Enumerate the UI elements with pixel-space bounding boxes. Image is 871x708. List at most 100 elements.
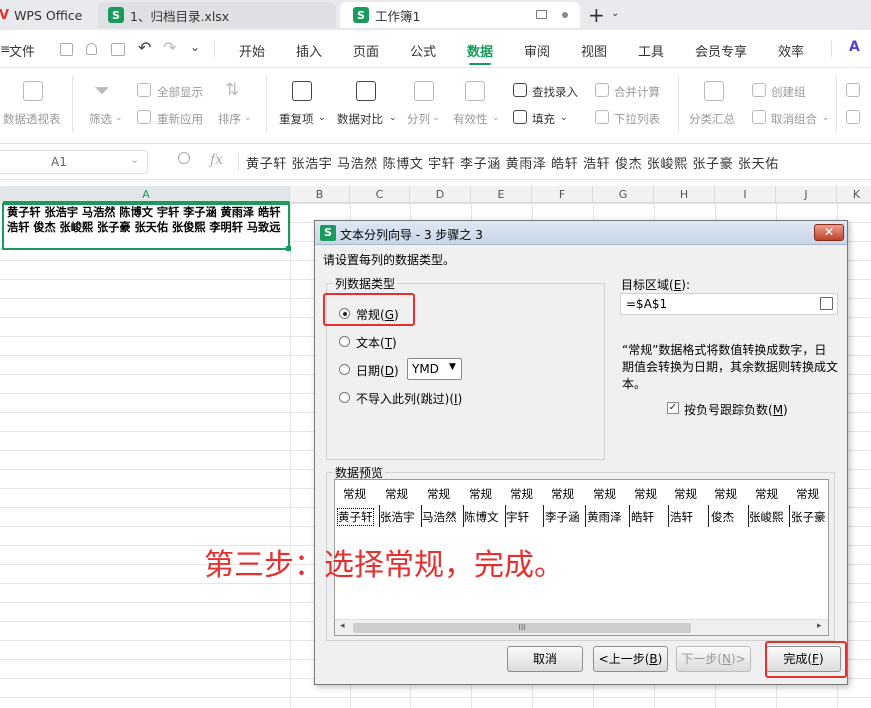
save-icon[interactable]: [60, 43, 73, 56]
column-break[interactable]: [505, 505, 506, 527]
consolidate-button[interactable]: 合并计算: [614, 84, 660, 100]
validity-icon[interactable]: [465, 81, 485, 101]
column-header-E[interactable]: E: [471, 186, 532, 203]
radio-date-label[interactable]: 日期(D): [356, 362, 399, 379]
new-tab-plus-icon[interactable]: +: [588, 3, 605, 27]
pivot-table-icon[interactable]: [23, 81, 43, 101]
column-break[interactable]: [668, 505, 669, 527]
preview-value-selected[interactable]: 黄子轩: [337, 508, 374, 526]
column-header-K[interactable]: K: [837, 186, 871, 203]
share-icon[interactable]: [86, 43, 97, 55]
show-all-icon[interactable]: [137, 83, 151, 97]
column-break[interactable]: [543, 505, 544, 527]
ungroup-button[interactable]: 取消组合: [771, 111, 817, 127]
show-all-button[interactable]: 全部显示: [157, 84, 203, 100]
dialog-title-bar[interactable]: S 文本分列向导 - 3 步骤之 3 ✕: [315, 221, 847, 245]
scroll-left-arrow-icon[interactable]: ◂: [340, 621, 345, 631]
find-entry-button[interactable]: 查找录入: [532, 84, 578, 100]
radio-text-label[interactable]: 文本(T): [356, 334, 397, 351]
menu-page[interactable]: 页面: [353, 41, 379, 60]
more-chevron-icon[interactable]: ⌄: [190, 40, 200, 54]
menu-insert[interactable]: 插入: [296, 41, 322, 60]
menu-member[interactable]: 会员专享: [695, 41, 747, 60]
menu-file[interactable]: 文件: [9, 41, 35, 60]
ungroup-icon[interactable]: [752, 110, 766, 124]
sort-button[interactable]: 排序: [218, 111, 241, 127]
negative-checkbox-label[interactable]: 按负号跟踪负数(M): [684, 401, 788, 418]
find-entry-icon[interactable]: [513, 83, 527, 97]
cancel-button[interactable]: 取消: [507, 646, 583, 672]
column-header-H[interactable]: H: [654, 186, 715, 203]
formula-input[interactable]: 黄子轩 张浩宇 马浩然 陈博文 宇轩 李子涵 黄雨泽 皓轩 浩轩 俊杰 张峻熙 …: [246, 153, 779, 172]
column-break[interactable]: [789, 505, 790, 527]
column-header-J[interactable]: J: [776, 186, 837, 203]
dropdown-list-icon[interactable]: [595, 110, 609, 124]
menu-formula[interactable]: 公式: [410, 41, 436, 60]
duplicates-icon[interactable]: [292, 81, 312, 101]
date-format-select[interactable]: YMD ▼: [407, 358, 462, 380]
consolidate-icon[interactable]: [595, 83, 609, 97]
sort-icon[interactable]: ⇅: [225, 80, 239, 100]
menu-review[interactable]: 审阅: [524, 41, 550, 60]
split-column-button[interactable]: 分列: [407, 111, 430, 127]
cell-A1[interactable]: 黄子轩 张浩宇 马浩然 陈博文 宇轩 李子涵 黄雨泽 皓轩 浩轩 俊杰 张峻熙 …: [2, 203, 290, 250]
column-break[interactable]: [585, 505, 586, 527]
create-group-button[interactable]: 创建组: [771, 84, 806, 100]
tab-archive-file[interactable]: S 1、归档目录.xlsx: [98, 2, 336, 28]
undo-icon[interactable]: ↶: [138, 38, 151, 57]
more-ribbon-icon[interactable]: [846, 83, 860, 97]
column-break[interactable]: [379, 505, 380, 527]
chevron-down-icon[interactable]: ⌄: [130, 153, 139, 166]
pivot-table-button[interactable]: 数据透视表: [3, 111, 61, 127]
subtotal-button[interactable]: 分类汇总: [689, 111, 735, 127]
duplicates-button[interactable]: 重复项: [279, 111, 314, 127]
column-break[interactable]: [748, 505, 749, 527]
tab-wps-office[interactable]: V WPS Office: [0, 2, 93, 28]
subtotal-icon[interactable]: [704, 81, 724, 101]
target-range-input[interactable]: =$A$1: [620, 293, 838, 315]
column-break[interactable]: [421, 505, 422, 527]
column-break[interactable]: [708, 505, 709, 527]
menu-view[interactable]: 视图: [581, 41, 607, 60]
menu-efficiency[interactable]: 效率: [778, 41, 804, 60]
menu-home[interactable]: 开始: [239, 41, 265, 60]
name-box[interactable]: A1 ⌄: [0, 150, 148, 174]
column-break[interactable]: [629, 505, 630, 527]
zoom-search-icon[interactable]: [178, 152, 190, 164]
menu-tools[interactable]: 工具: [638, 41, 664, 60]
column-break[interactable]: [463, 505, 464, 527]
more-ribbon-icon-2[interactable]: [846, 110, 860, 124]
column-header-C[interactable]: C: [350, 186, 410, 203]
fill-icon[interactable]: [513, 110, 527, 124]
next-button[interactable]: 下一步(N)>: [676, 646, 751, 672]
reapply-icon[interactable]: [137, 110, 151, 124]
print-preview-icon[interactable]: [111, 43, 125, 56]
column-header-F[interactable]: F: [532, 186, 593, 203]
radio-date[interactable]: [339, 364, 350, 375]
monitor-icon[interactable]: [536, 10, 547, 19]
filter-button[interactable]: 筛选: [89, 111, 112, 127]
data-compare-icon[interactable]: [356, 81, 376, 101]
dropdown-list-button[interactable]: 下拉列表: [614, 111, 660, 127]
column-header-B[interactable]: B: [290, 186, 350, 203]
redo-icon[interactable]: ↷: [163, 38, 176, 57]
split-column-icon[interactable]: [414, 81, 434, 101]
scroll-right-arrow-icon[interactable]: ▸: [817, 621, 822, 631]
radio-skip-label[interactable]: 不导入此列(跳过)(I): [356, 390, 462, 407]
fx-icon[interactable]: fx: [210, 152, 223, 168]
radio-text[interactable]: [339, 336, 350, 347]
data-compare-button[interactable]: 数据对比: [337, 111, 383, 127]
fill-handle[interactable]: [286, 246, 291, 251]
filter-dropdown-arrow[interactable]: ⌄: [115, 113, 123, 123]
column-header-A[interactable]: A: [3, 186, 290, 203]
reapply-button[interactable]: 重新应用: [157, 111, 203, 127]
back-button[interactable]: <上一步(B): [593, 646, 668, 672]
scroll-thumb[interactable]: III: [353, 623, 691, 633]
fill-button[interactable]: 填充: [532, 111, 555, 127]
ai-logo-icon[interactable]: A: [849, 39, 860, 55]
range-picker-icon[interactable]: [820, 297, 833, 310]
column-header-I[interactable]: I: [715, 186, 776, 203]
filter-icon[interactable]: ⏷: [94, 78, 110, 102]
preview-horizontal-scrollbar[interactable]: ◂ III ▸: [335, 619, 828, 635]
chevron-down-icon[interactable]: ⌄: [611, 8, 619, 19]
